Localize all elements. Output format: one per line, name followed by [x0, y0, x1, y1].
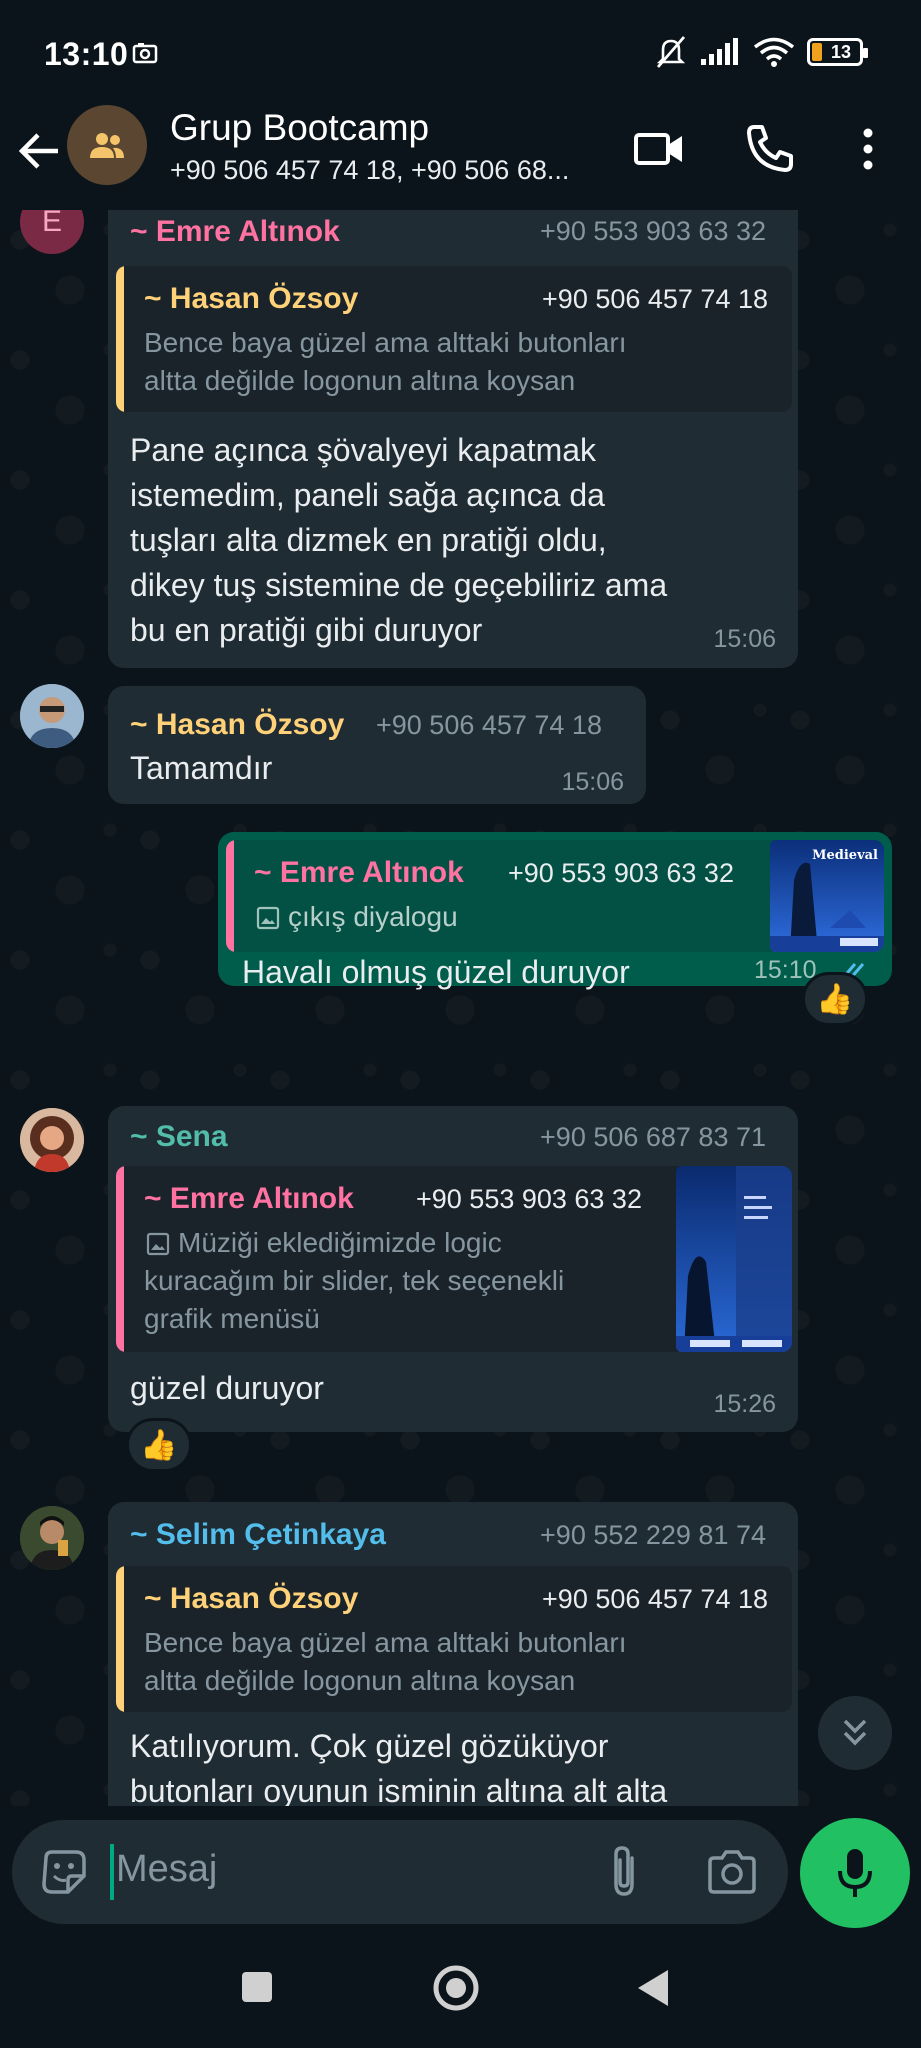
quote-phone: +90 506 457 74 18	[542, 1584, 768, 1614]
quote-bar	[116, 1566, 124, 1712]
quote-sender: ~ Emre Altınok	[144, 1182, 354, 1215]
home-icon[interactable]	[432, 1964, 480, 2012]
avatar-hasan[interactable]	[20, 684, 84, 748]
quote-phone: +90 506 457 74 18	[542, 284, 768, 314]
battery-level: 13	[830, 41, 852, 62]
avatar-selim[interactable]	[20, 1506, 84, 1570]
sender-name[interactable]: ~ Sena	[130, 1120, 228, 1154]
voice-call-icon[interactable]	[742, 121, 798, 177]
chat-title[interactable]: Grup Bootcamp	[170, 107, 429, 149]
gallery-notification-icon	[132, 43, 158, 64]
status-time: 13:10	[44, 36, 129, 72]
chat-area[interactable]: E ~ Emre Altınok +90 553 903 63 32 ~ Has…	[0, 210, 921, 1806]
sender-name[interactable]: ~ Emre Altınok	[130, 215, 340, 249]
message-time: 15:26	[713, 1390, 776, 1418]
sender-phone: +90 552 229 81 74	[540, 1520, 766, 1550]
message-text: Katılıyorum. Çok güzel gözüküyor	[130, 1728, 609, 1764]
quoted-message[interactable]: ~ Emre Altınok +90 553 903 63 32 çıkış d…	[226, 840, 884, 952]
mute-bell-icon	[656, 36, 686, 68]
sender-name[interactable]: ~ Hasan Özsoy	[130, 708, 344, 742]
back-nav-icon[interactable]	[636, 1968, 672, 2008]
quote-phone: +90 553 903 63 32	[508, 858, 734, 888]
chat-header: Grup Bootcamp +90 506 457 74 18, +90 506…	[0, 105, 921, 215]
quote-bar	[116, 1166, 124, 1352]
quote-text: Müziği eklediğimizde logic	[178, 1227, 502, 1258]
quote-text: kuracağım bir slider, tek seçenekli	[144, 1265, 565, 1296]
quote-text: altta değilde logonun altına koysan	[144, 1665, 576, 1696]
battery-indicator: 13	[807, 38, 868, 66]
message-bubble[interactable]: ~ Selim Çetinkaya +90 552 229 81 74 ~ Ha…	[108, 1502, 798, 1806]
image-icon	[256, 906, 280, 930]
reaction-badge[interactable]: 👍	[126, 1418, 192, 1472]
message-bubble[interactable]: ~ Hasan Özsoy +90 506 457 74 18 Tamamdır…	[108, 686, 646, 804]
voice-record-button[interactable]	[800, 1818, 910, 1928]
quote-text: altta değilde logonun altına koysan	[144, 365, 576, 396]
sender-name[interactable]: ~ Selim Çetinkaya	[130, 1518, 386, 1552]
message-text: tuşları alta dizmek en pratiği oldu,	[130, 522, 607, 558]
message-bubble-outgoing[interactable]: ~ Emre Altınok +90 553 903 63 32 çıkış d…	[218, 832, 892, 990]
quote-phone: +90 553 903 63 32	[416, 1184, 642, 1214]
scroll-to-bottom-button[interactable]	[818, 1696, 892, 1770]
video-call-icon[interactable]	[632, 121, 688, 177]
message-bubble[interactable]: ~ Sena +90 506 687 83 71 ~ Emre Altınok …	[108, 1106, 798, 1432]
reaction-badge[interactable]: 👍	[802, 972, 868, 1026]
back-arrow-icon[interactable]	[14, 125, 66, 177]
message-text: Havalı olmuş güzel duruyor	[242, 954, 630, 990]
group-icon	[90, 133, 124, 158]
message-text: dikey tuş sistemine de geçebiliriz ama	[130, 567, 668, 603]
sender-phone: +90 506 457 74 18	[376, 710, 602, 740]
more-options-icon[interactable]	[840, 121, 896, 177]
thumbnail-title: Medieval	[812, 848, 878, 863]
group-avatar[interactable]	[67, 105, 147, 185]
message-time: 15:10	[754, 956, 817, 984]
message-text: bu en pratiği gibi duruyor	[130, 612, 483, 648]
message-time: 15:06	[561, 768, 624, 796]
message-time: 15:06	[713, 625, 776, 653]
attach-icon[interactable]	[604, 1844, 644, 1900]
message-text: butonları oyunun isminin altına alt alta	[130, 1773, 668, 1806]
microphone-icon	[838, 1849, 872, 1897]
message-input[interactable]: Mesaj	[116, 1848, 217, 1891]
sender-phone: +90 553 903 63 32	[540, 216, 766, 246]
quote-bar	[116, 266, 124, 412]
message-text: Pane açınca şövalyeyi kapatmak	[130, 432, 597, 468]
quote-thumbnail[interactable]	[676, 1166, 792, 1352]
message-composer: Mesaj	[12, 1820, 788, 1924]
quote-bar	[226, 840, 234, 952]
quote-text: grafik menüsü	[144, 1303, 320, 1334]
quoted-message[interactable]: ~ Hasan Özsoy +90 506 457 74 18 Bence ba…	[116, 266, 792, 412]
quoted-message[interactable]: ~ Hasan Özsoy +90 506 457 74 18 Bence ba…	[116, 1566, 792, 1712]
double-chevron-down-icon	[843, 1719, 867, 1746]
avatar-sena[interactable]	[20, 1108, 84, 1172]
status-icons: 13	[655, 32, 868, 72]
quote-sender: ~ Hasan Özsoy	[144, 282, 359, 315]
message-text: Tamamdır	[130, 750, 273, 786]
quote-sender: ~ Hasan Özsoy	[144, 1582, 359, 1615]
quote-text: Bence baya güzel ama alttaki butonları	[144, 327, 627, 358]
recent-apps-icon[interactable]	[240, 1970, 274, 2004]
camera-icon[interactable]	[706, 1848, 758, 1896]
avatar-emre[interactable]: E	[20, 210, 84, 254]
quote-sender: ~ Emre Altınok	[254, 856, 464, 889]
sender-phone: +90 506 687 83 71	[540, 1122, 766, 1152]
quoted-message[interactable]: ~ Emre Altınok +90 553 903 63 32 Müziği …	[116, 1166, 792, 1352]
chat-participants[interactable]: +90 506 457 74 18, +90 506 68...	[170, 155, 610, 186]
message-text: güzel duruyor	[130, 1370, 324, 1406]
status-bar: 13:10 13	[0, 0, 921, 105]
message-bubble[interactable]: ~ Emre Altınok +90 553 903 63 32 ~ Hasan…	[108, 210, 798, 668]
message-text: istemedim, paneli sağa açınca da	[130, 477, 605, 513]
system-navigation-bar	[0, 1934, 921, 2048]
quote-text: Bence baya güzel ama alttaki butonları	[144, 1627, 627, 1658]
quote-thumbnail[interactable]: Medieval	[770, 840, 884, 952]
image-icon	[146, 1232, 170, 1256]
wifi-icon	[753, 37, 795, 67]
quote-text: çıkış diyalogu	[288, 901, 458, 932]
signal-icon	[701, 38, 738, 65]
sticker-icon[interactable]	[40, 1848, 88, 1896]
text-caret	[110, 1844, 114, 1900]
